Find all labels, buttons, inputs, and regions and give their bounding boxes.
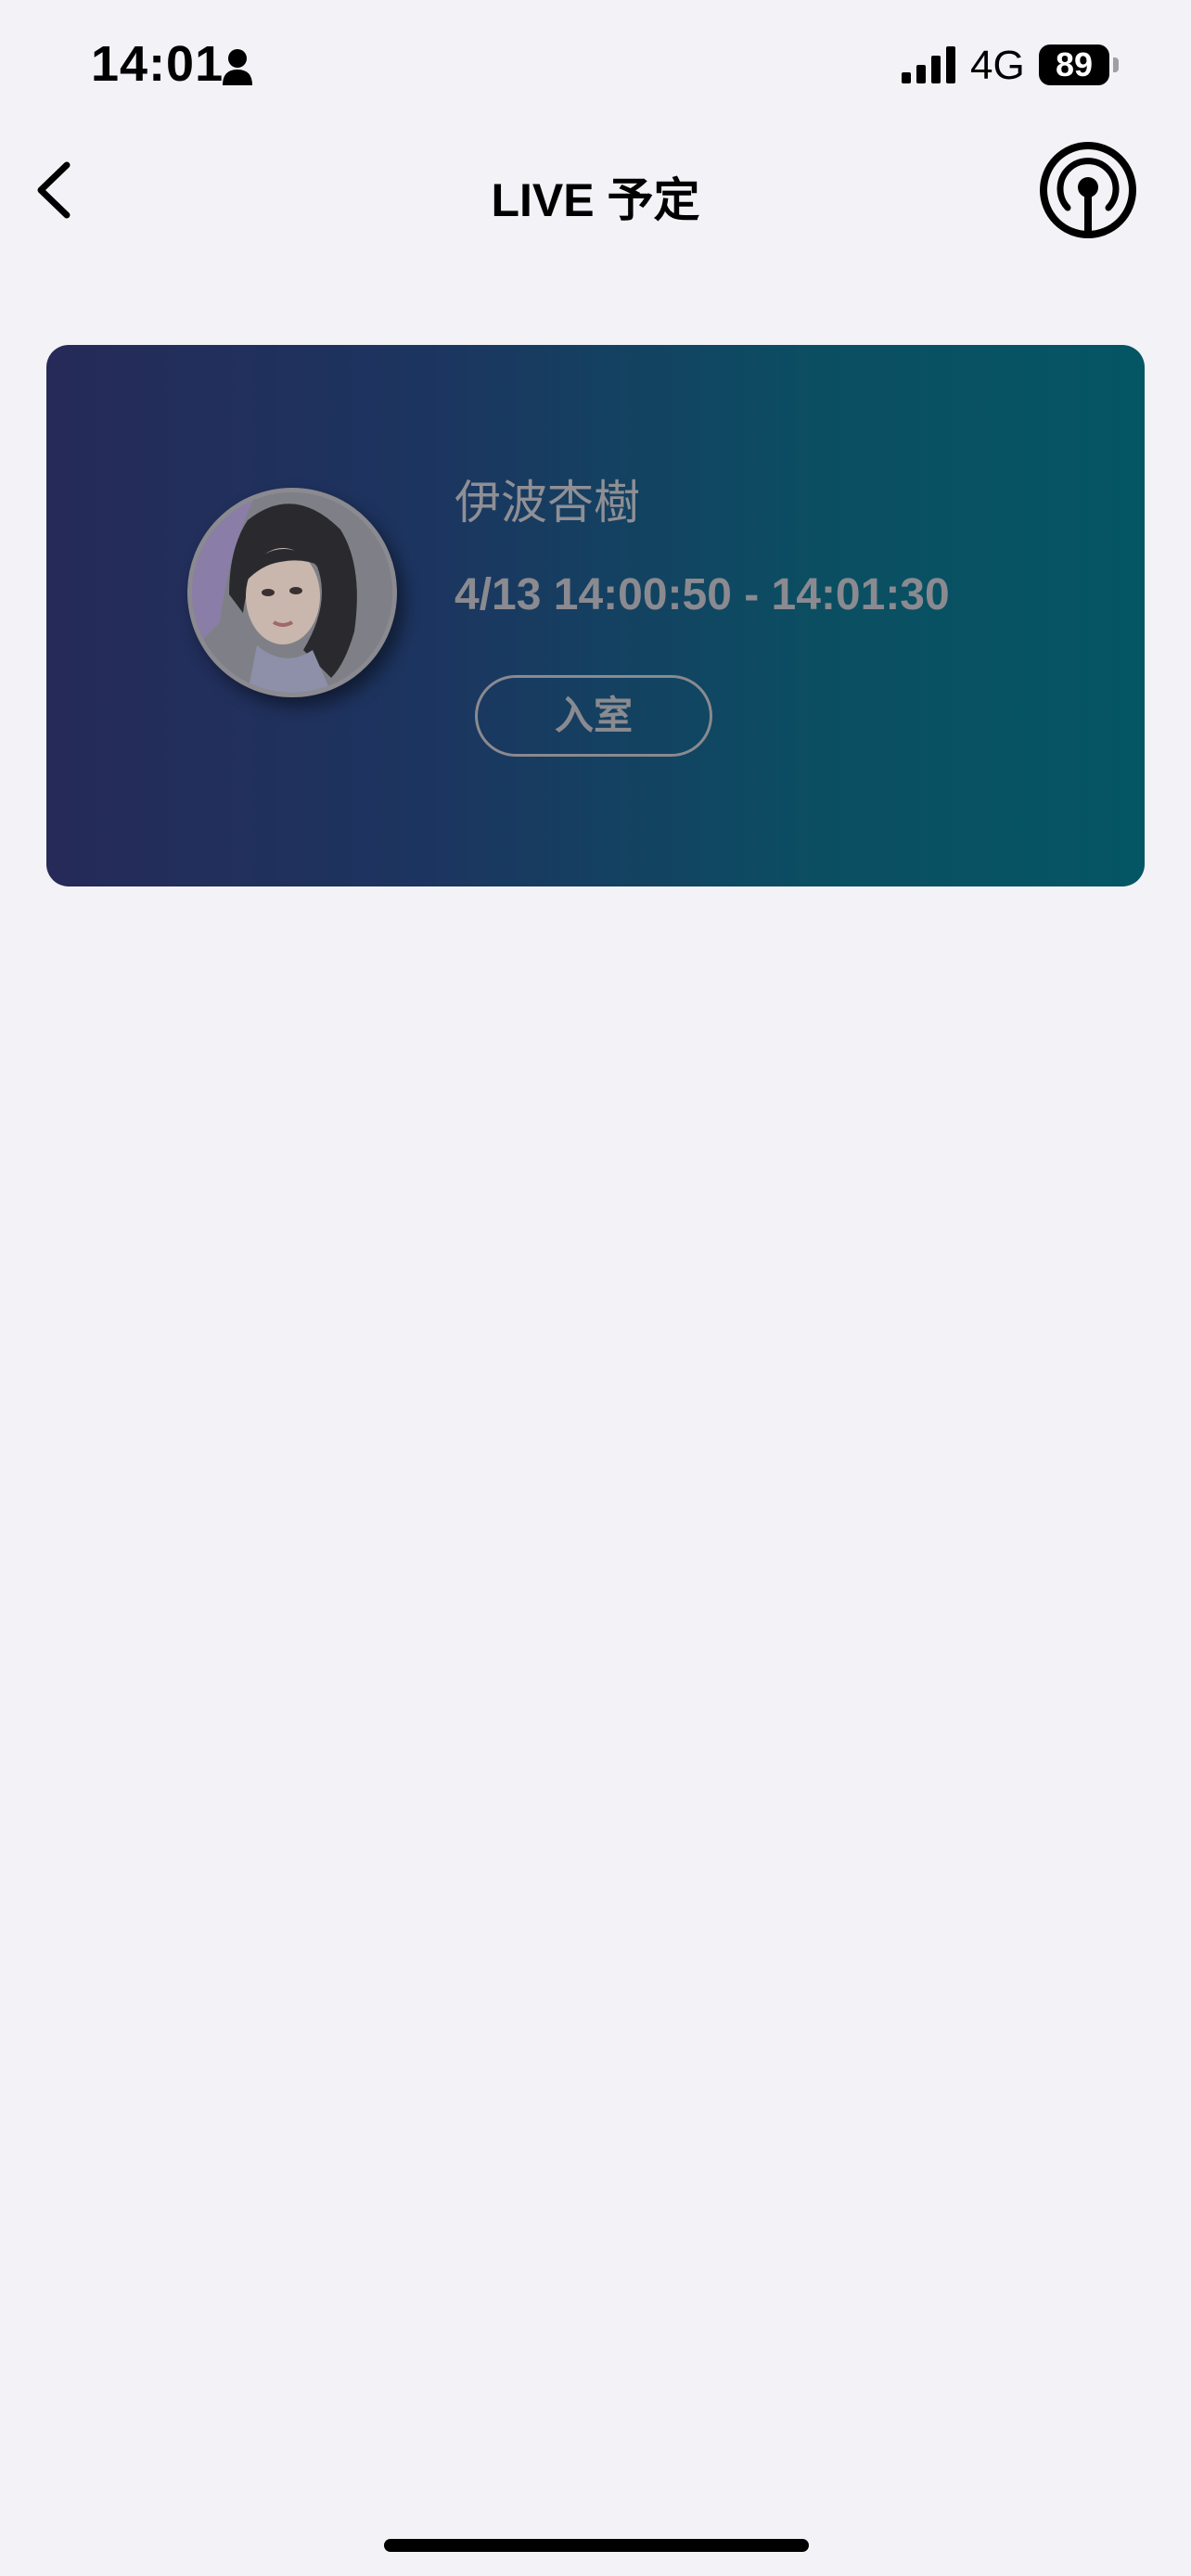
page-title: LIVE 予定 [491, 174, 700, 226]
navigation-bar: LIVE 予定 [0, 139, 1191, 241]
home-indicator[interactable] [384, 2539, 809, 2552]
battery-cap [1113, 57, 1119, 72]
status-bar: 14:01 4G 89 [0, 0, 1191, 139]
signal-strength-icon [902, 46, 955, 83]
performer-avatar [187, 488, 397, 697]
live-schedule-card[interactable]: 伊波杏樹 4/13 14:00:50 - 14:01:30 入室 [46, 345, 1145, 886]
broadcast-icon[interactable] [1037, 139, 1139, 241]
live-time-range: 4/13 14:00:50 - 14:01:30 [455, 570, 950, 619]
performer-photo [192, 492, 392, 693]
performer-name: 伊波杏樹 [455, 476, 640, 529]
battery-icon: 89 [1039, 45, 1109, 85]
enter-room-button[interactable]: 入室 [475, 675, 712, 757]
person-icon [223, 49, 252, 85]
network-type: 4G [970, 43, 1025, 88]
status-time: 14:01 [91, 36, 224, 92]
battery-level: 89 [1055, 45, 1094, 83]
